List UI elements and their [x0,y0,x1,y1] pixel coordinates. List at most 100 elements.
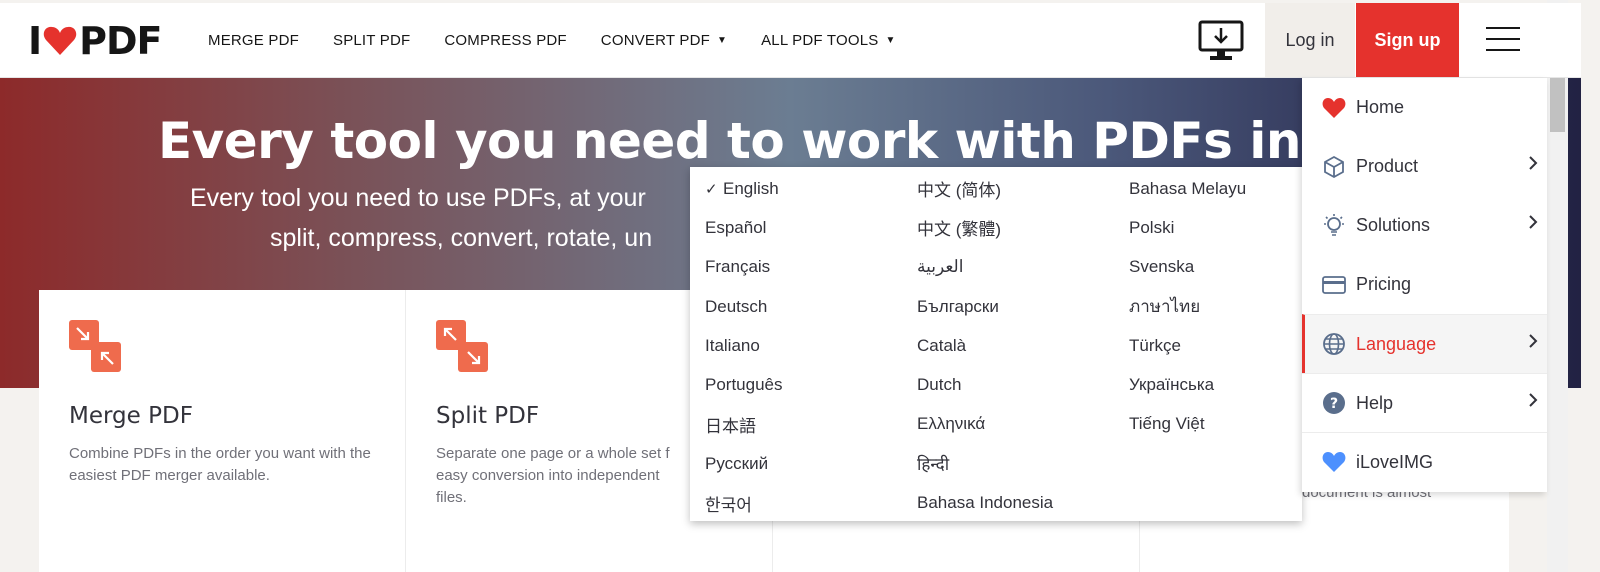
desktop-download-button[interactable] [1198,20,1244,62]
language-label: Français [705,257,771,277]
hamburger-line [1486,38,1520,40]
language-label: Українська [1129,375,1215,395]
language-option[interactable]: العربية [917,248,1053,287]
language-label: Türkçe [1129,335,1181,355]
language-option[interactable]: Svenska [1129,248,1246,287]
language-column-3: Bahasa Melayu Polski Svenska ภาษาไทย Türkçe У… [1129,169,1246,444]
language-option[interactable]: Bahasa Melayu [1129,169,1246,208]
chevron-right-icon [1527,154,1539,177]
ilovepdf-logo[interactable]: I PDF [28,19,163,63]
language-option[interactable]: हिन्दी [917,444,1053,483]
nav-compress-pdf[interactable]: COMPRESS PDF [444,32,566,49]
language-label: 日本語 [705,416,756,436]
language-option[interactable]: Ελληνικά [917,405,1053,444]
language-label: Português [705,375,783,395]
side-item-product[interactable]: Product [1302,137,1547,196]
language-option[interactable]: Deutsch [705,287,783,326]
language-label: Русский [705,453,769,473]
language-column-2: 中文 (简体) 中文 (繁體) العربية Български Català Dutc… [917,169,1053,523]
language-option[interactable]: 中文 (繁體) [917,208,1053,247]
lightbulb-icon [1322,213,1346,238]
language-option[interactable]: Italiano [705,326,783,365]
main-nav: MERGE PDF SPLIT PDF COMPRESS PDF CONVERT… [208,3,930,77]
hero-title: Every tool you need to work with PDFs in… [158,112,1490,170]
caret-down-icon: ▼ [885,34,896,46]
side-item-help[interactable]: ? Help [1302,373,1547,432]
hamburger-line [1486,27,1520,29]
language-label: Български [917,296,999,316]
hamburger-line [1486,49,1520,51]
language-option[interactable]: Português [705,365,783,404]
side-item-language[interactable]: Language [1302,314,1547,373]
nav-merge-pdf[interactable]: MERGE PDF [208,32,299,49]
language-label: Dutch [917,375,962,395]
blue-heart-icon [1322,450,1346,474]
nav-all-pdf-tools[interactable]: ALL PDF TOOLS ▼ [761,32,895,49]
language-option[interactable]: Polski [1129,208,1246,247]
language-option[interactable]: Català [917,326,1053,365]
language-option[interactable]: Български [917,287,1053,326]
merge-pdf-icon [69,320,121,372]
side-item-home[interactable]: Home [1302,78,1547,137]
caret-down-icon: ▼ [716,34,728,46]
language-label: 中文 (简体) [917,181,1002,201]
language-option[interactable]: Русский [705,444,783,483]
page: I PDF MERGE PDF SPLIT PDF COMPRESS PDF C… [0,0,1581,572]
language-label: Svenska [1129,257,1195,277]
language-label: Polski [1129,217,1175,237]
side-item-iloveimg[interactable]: iLoveIMG [1302,432,1547,491]
language-option[interactable]: Tiếng Việt [1129,405,1246,444]
language-label: English [723,178,779,198]
side-menu: Home Product Solutions Pricing Language … [1302,78,1547,492]
language-label: 中文 (繁體) [917,220,1002,240]
svg-text:?: ? [1330,396,1338,412]
chevron-right-icon [1527,332,1539,355]
language-label: Català [917,335,967,355]
nav-split-pdf[interactable]: SPLIT PDF [333,32,410,49]
language-label: Tiếng Việt [1129,414,1205,434]
signup-button[interactable]: Sign up [1356,3,1459,77]
language-label: Español [705,217,767,237]
language-label: Italiano [705,335,760,355]
language-option[interactable]: Français [705,248,783,287]
hamburger-menu-button[interactable] [1486,27,1520,55]
tool-description: Combine PDFs in the order you want with … [69,445,371,484]
checkmark-icon: ✓ [705,180,718,198]
tool-description: Separate one page or a whole set f easy … [436,445,670,506]
language-dropdown: ✓ English Español Français Deutsch Italiano Po… [690,167,1302,521]
language-option[interactable]: 한국어 [705,483,783,522]
language-label: Bahasa Indonesia [917,493,1054,513]
language-option[interactable]: Bahasa Indonesia [917,483,1053,522]
login-button[interactable]: Log in [1265,3,1355,77]
language-column-1: ✓ English Español Français Deutsch Italiano Po… [705,169,783,523]
language-option[interactable]: Español [705,208,783,247]
language-option[interactable]: ภาษาไทย [1129,287,1246,326]
language-option[interactable]: ✓ English [705,169,783,208]
question-icon: ? [1322,391,1346,415]
language-label: ภาษาไทย [1129,297,1201,317]
desktop-download-icon [1198,20,1244,60]
language-option[interactable]: 中文 (简体) [917,169,1053,208]
language-label: 한국어 [705,495,752,515]
language-option[interactable]: Dutch [917,365,1053,404]
cube-icon [1322,155,1346,179]
language-label: हिन्दी [917,455,950,475]
credit-card-icon [1322,273,1346,297]
side-item-solutions[interactable]: Solutions [1302,196,1547,255]
tool-name: Merge PDF [69,403,193,429]
language-label: العربية [917,257,964,277]
language-option[interactable]: 日本語 [705,405,783,444]
language-option[interactable]: Türkçe [1129,326,1246,365]
vertical-scrollbar[interactable] [1547,0,1568,572]
chevron-right-icon [1527,391,1539,414]
globe-icon [1322,332,1346,356]
language-label: Ελληνικά [917,414,986,434]
heart-logo-icon [43,26,77,55]
side-item-pricing[interactable]: Pricing [1302,255,1547,314]
language-label: Deutsch [705,296,768,316]
tool-card-merge-pdf[interactable]: Merge PDF Combine PDFs in the order you … [39,290,406,572]
split-pdf-icon [436,320,488,372]
nav-convert-pdf[interactable]: CONVERT PDF ▼ [601,32,727,49]
heart-icon [1322,96,1346,120]
language-option[interactable]: Українська [1129,365,1246,404]
